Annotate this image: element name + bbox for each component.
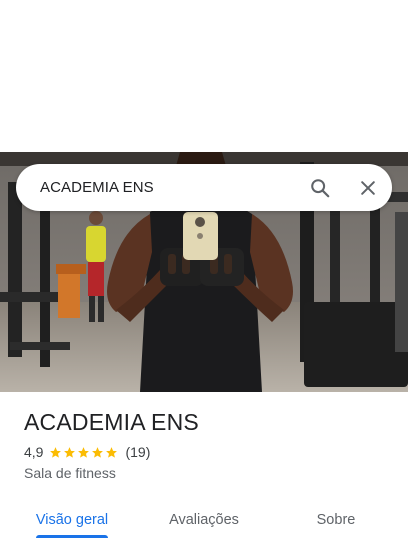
search-button[interactable] bbox=[296, 164, 344, 211]
place-title: ACADEMIA ENS bbox=[24, 409, 199, 435]
close-icon bbox=[361, 180, 375, 195]
star-icon bbox=[50, 446, 62, 458]
star-rating bbox=[49, 446, 119, 459]
tab-about[interactable]: Sobre bbox=[284, 495, 388, 544]
rating-value: 4,9 bbox=[24, 444, 44, 460]
tab-reviews[interactable]: Avaliações bbox=[152, 495, 256, 544]
place-category: Sala de fitness bbox=[24, 465, 116, 481]
review-count[interactable]: (19) bbox=[125, 444, 150, 460]
search-icon bbox=[311, 178, 330, 197]
clear-search-button[interactable] bbox=[344, 164, 392, 211]
star-icon bbox=[64, 446, 76, 458]
star-icon bbox=[92, 446, 104, 458]
rating-row[interactable]: 4,9 (19) bbox=[24, 444, 150, 460]
search-bar[interactable]: ACADEMIA ENS bbox=[16, 164, 392, 211]
star-icon bbox=[78, 446, 90, 458]
star-icon bbox=[106, 446, 118, 458]
search-input[interactable]: ACADEMIA ENS bbox=[40, 179, 296, 196]
active-tab-indicator bbox=[36, 535, 108, 538]
